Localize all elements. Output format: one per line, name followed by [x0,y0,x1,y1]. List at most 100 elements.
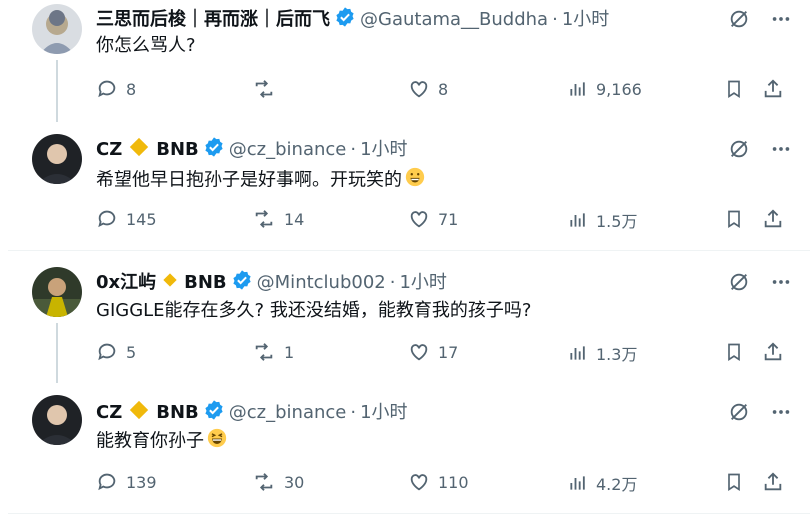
reply-icon [98,210,116,228]
tweet-top-actions [728,401,792,427]
timestamp[interactable]: 1小时 [360,402,407,424]
affiliate-label[interactable]: BNB [156,139,199,161]
views-chart-icon [570,82,585,96]
share-button[interactable] [762,471,792,493]
views-button[interactable]: 4.2万 [568,471,637,495]
share-icon [764,342,782,361]
more-options-icon[interactable] [770,8,792,34]
reply-button[interactable]: 145 [96,208,157,230]
timestamp[interactable]: 1小时 [562,9,609,31]
bottom-divider [8,513,810,514]
avatar[interactable] [32,395,82,445]
grok-icon[interactable] [728,271,750,297]
reply-icon [98,80,116,98]
retweet-button[interactable]: 14 [252,208,304,230]
tweet-text-content: 能教育你孙子 [96,430,204,452]
share-button[interactable] [762,341,792,363]
tweet-header: 三思而后梭｜再而涨｜后而飞 @Gautama__Buddha · 1小时 [96,6,609,34]
laughing-emoji-icon [206,427,228,456]
tweet-top-actions [728,271,792,297]
tweet-text: GIGGLE能存在多久? 我还没结婚，能教育我的孩子吗? [96,300,532,321]
verified-badge-icon [203,136,225,164]
like-button[interactable]: 8 [408,78,448,100]
reply-button[interactable]: 5 [96,341,136,363]
affiliate-label[interactable]: BNB [156,402,199,424]
retweet-button[interactable]: 1 [252,341,294,363]
tweet-top-actions [728,138,792,164]
tweet-1[interactable]: 三思而后梭｜再而涨｜后而飞 @Gautama__Buddha · 1小时 你怎么… [0,0,810,122]
like-button[interactable]: 71 [408,208,458,230]
verified-badge-icon [231,269,253,297]
bookmark-button[interactable] [724,341,752,363]
share-icon [764,209,782,228]
retweet-button[interactable] [252,78,284,100]
view-count: 4.2万 [596,475,638,494]
timestamp[interactable]: 1小时 [360,139,407,161]
more-options-icon[interactable] [770,271,792,297]
bookmark-button[interactable] [724,471,752,493]
tweet-header: 0x江屿 BNB @Mintclub002 · 1小时 [96,269,447,297]
grok-icon[interactable] [728,138,750,164]
avatar[interactable] [32,267,82,317]
reply-button[interactable]: 139 [96,471,157,493]
thread-line [56,323,58,383]
separator-dot: · [552,9,558,30]
like-count: 8 [438,79,449,99]
like-count: 71 [438,209,459,229]
tweet-text: 希望他早日抱孙子是好事啊。开玩笑的 [96,166,426,195]
tweet-header: CZ BNB @cz_binance · 1小时 [96,136,408,164]
verified-badge-icon [203,399,225,427]
verified-badge-icon [334,6,356,34]
bnb-diamond-icon [162,272,178,294]
timestamp[interactable]: 1小时 [399,272,446,294]
display-name[interactable]: CZ [96,402,122,424]
reply-count: 8 [126,79,137,99]
action-bar: 139 30 110 4.2万 [96,471,796,495]
bookmark-button[interactable] [724,208,752,230]
views-button[interactable]: 1.3万 [568,341,637,365]
avatar[interactable] [32,4,82,54]
affiliate-label[interactable]: BNB [184,272,227,294]
grok-icon[interactable] [728,401,750,427]
grinning-emoji-icon [404,166,426,195]
tweet-text-content: 希望他早日抱孙子是好事啊。开玩笑的 [96,169,402,191]
heart-icon [410,474,428,491]
tweet-header: CZ BNB @cz_binance · 1小时 [96,399,408,427]
avatar[interactable] [32,134,82,184]
retweet-button[interactable]: 30 [252,471,304,493]
user-handle[interactable]: @Gautama__Buddha [360,9,548,31]
heart-icon [410,81,428,98]
bookmark-icon [728,80,740,99]
reply-button[interactable]: 8 [96,78,136,100]
user-handle[interactable]: @cz_binance [229,139,347,161]
retweet-count: 30 [284,472,305,492]
more-options-icon[interactable] [770,138,792,164]
more-options-icon[interactable] [770,401,792,427]
heart-icon [410,344,428,361]
tweet-top-actions [728,8,792,34]
share-icon [764,472,782,491]
user-handle[interactable]: @Mintclub002 [257,272,386,294]
grok-icon[interactable] [728,8,750,34]
bookmark-button[interactable] [724,78,752,100]
tweet-2[interactable]: CZ BNB @cz_binance · 1小时 希望他早日抱孙子是好事啊。开玩… [0,122,810,250]
reply-icon [98,343,116,361]
display-name[interactable]: CZ [96,139,122,161]
tweet-3[interactable]: 0x江屿 BNB @Mintclub002 · 1小时 GIGGLE能存在多久?… [0,251,810,383]
retweet-icon [255,473,273,491]
share-icon [764,79,782,98]
share-button[interactable] [762,78,792,100]
tweet-4[interactable]: CZ BNB @cz_binance · 1小时 能教育你孙子 139 30 1… [0,383,810,513]
views-button[interactable]: 9,166 [568,78,642,100]
like-button[interactable]: 110 [408,471,469,493]
retweet-count: 14 [284,209,305,229]
separator-dot: · [350,402,357,423]
display-name[interactable]: 三思而后梭｜再而涨｜后而飞 [96,9,330,31]
user-handle[interactable]: @cz_binance [229,402,347,424]
like-button[interactable]: 17 [408,341,458,363]
reply-icon [98,473,116,491]
share-button[interactable] [762,208,792,230]
display-name[interactable]: 0x江屿 [96,272,156,294]
views-button[interactable]: 1.5万 [568,208,637,232]
view-count: 9,166 [596,79,642,99]
